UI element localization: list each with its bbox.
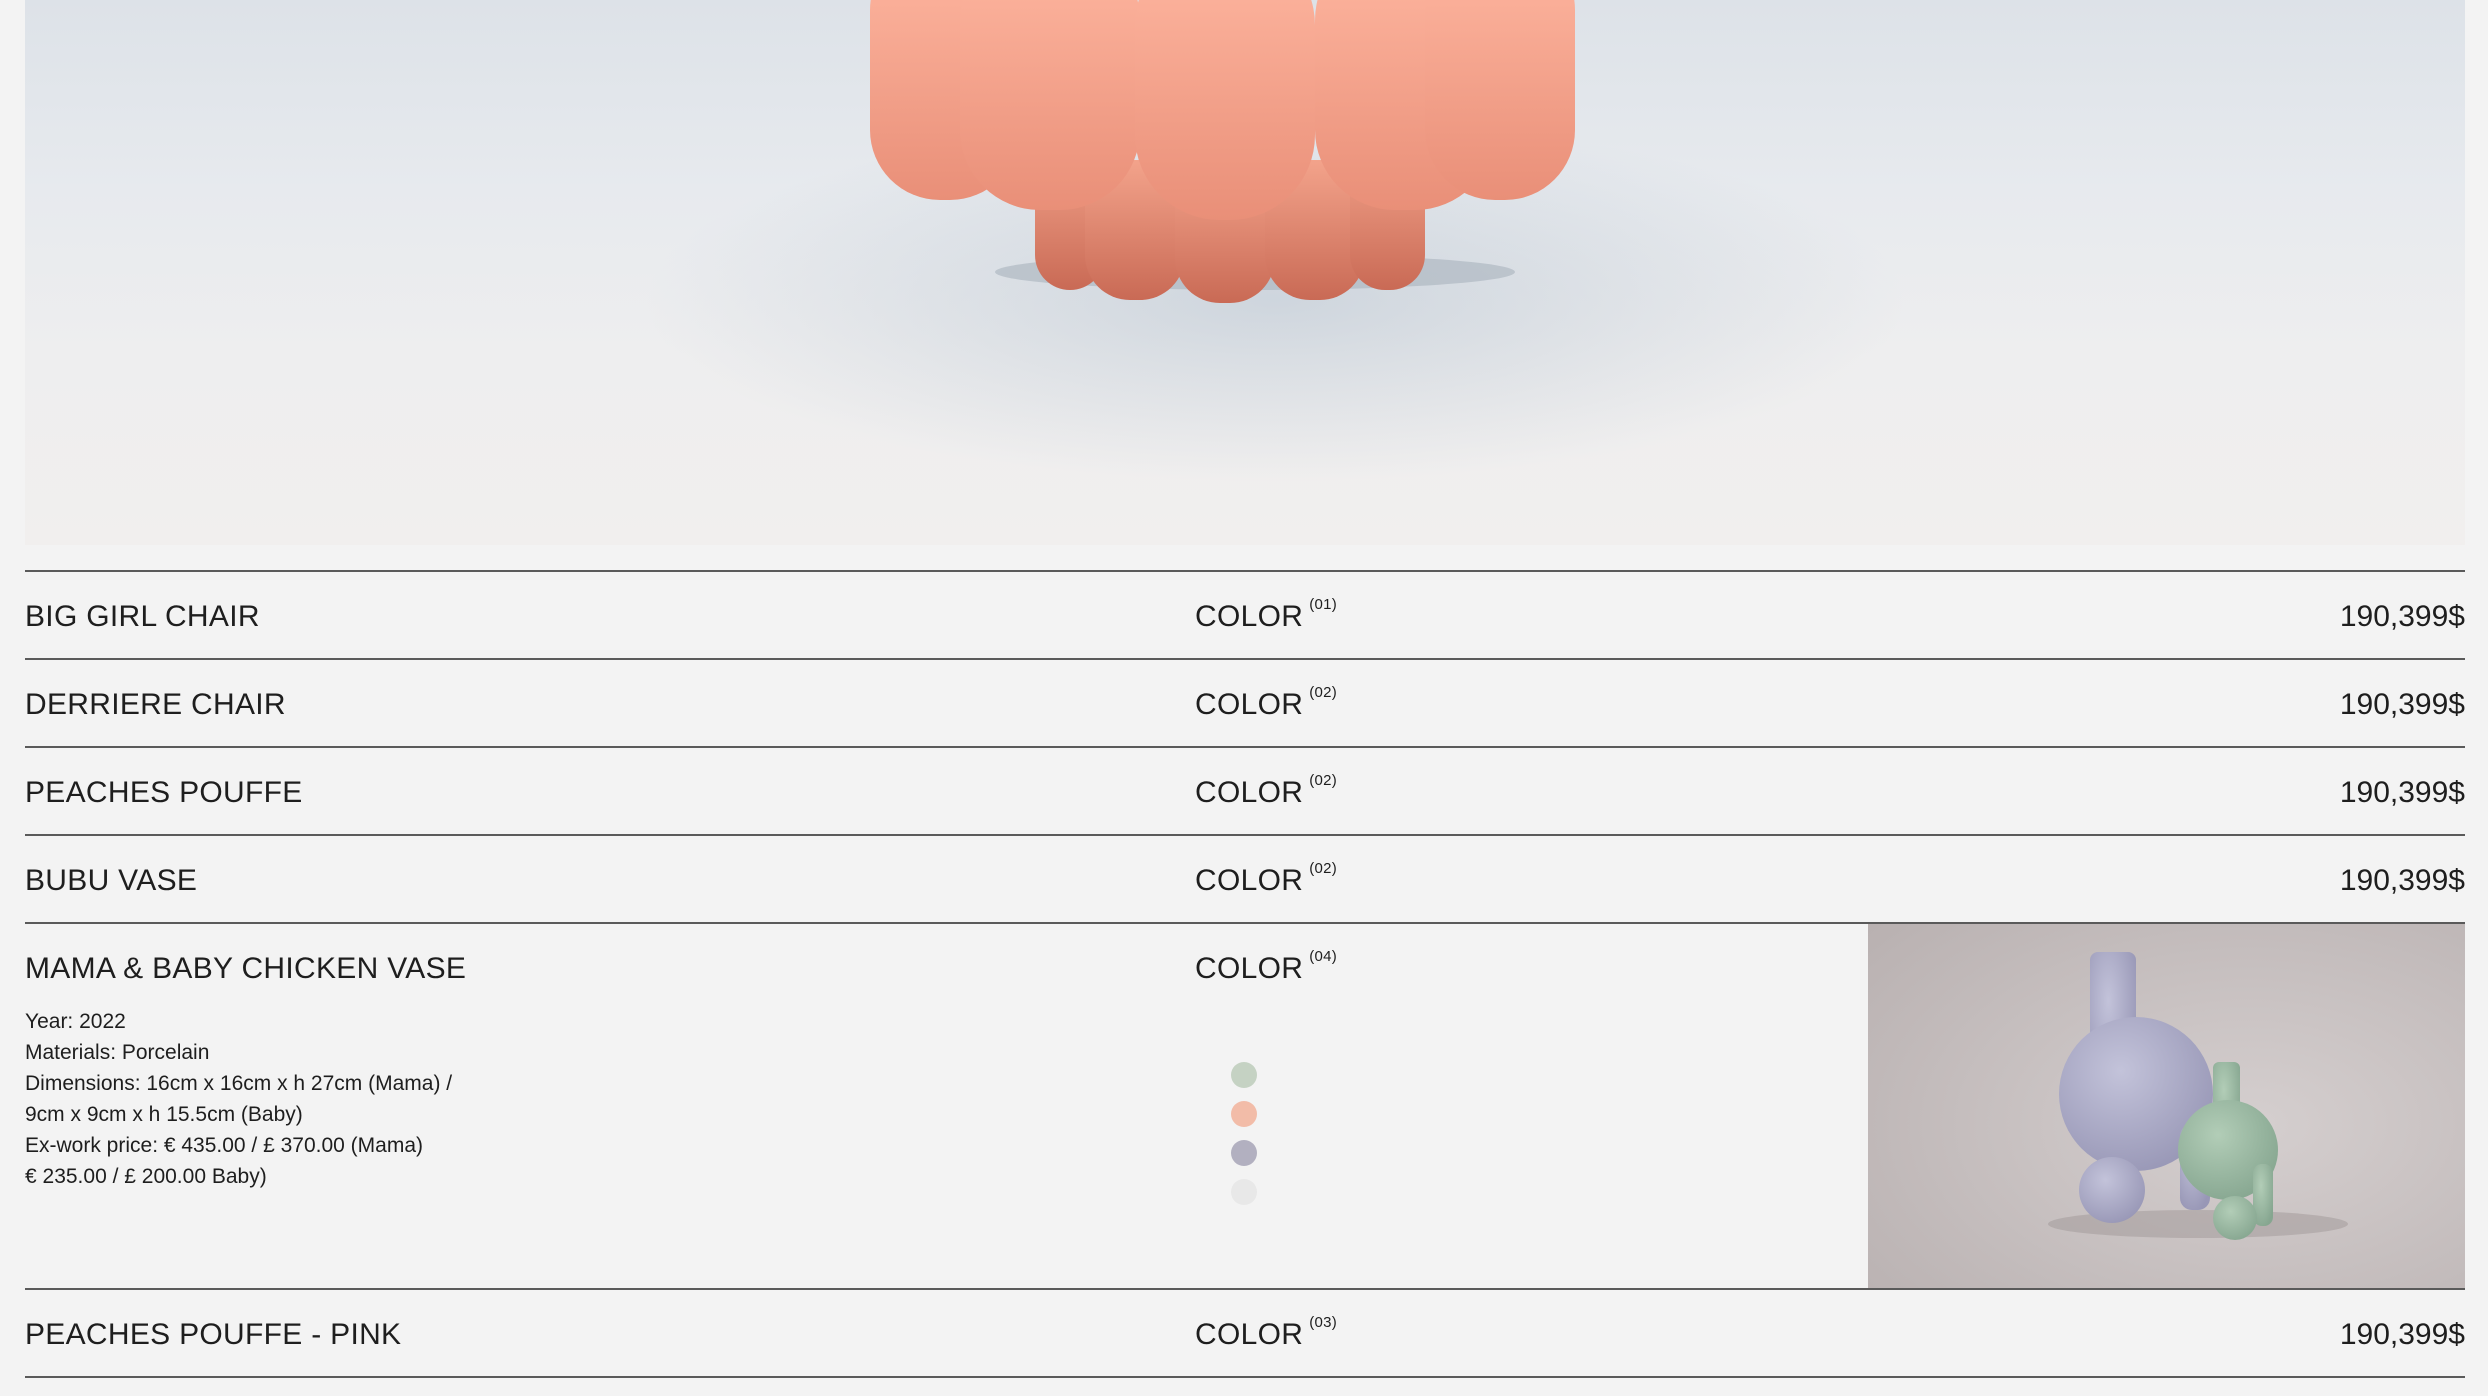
product-price: 190,399$ [2339,1318,2465,1351]
product-price: 190,399$ [2339,600,2465,633]
product-name: PEACHES POUFFE [25,776,303,809]
detail-price-baby: € 235.00 / £ 200.00 Baby) [25,1165,267,1188]
color-swatch-white[interactable] [1231,1179,1257,1205]
product-name: BUBU VASE [25,864,198,897]
detail-dimensions: Dimensions: 16cm x 16cm x h 27cm (Mama) … [25,1072,453,1095]
color-label[interactable]: COLOR (02) [1195,772,1337,810]
detail-materials: Materials: Porcelain [25,1041,210,1064]
color-label[interactable]: COLOR (02) [1195,684,1337,722]
color-label[interactable]: COLOR (03) [1195,1314,1337,1352]
color-label[interactable]: COLOR (02) [1195,860,1337,898]
product-row-peaches-pouffe[interactable]: PEACHES POUFFE COLOR (02) 190,399$ [25,748,2465,836]
color-label[interactable]: COLOR (04) [1195,948,1337,986]
product-name: PEACHES POUFFE - PINK [25,1318,402,1351]
product-price: 190,399$ [2339,688,2465,721]
color-count: (02) [1309,860,1338,877]
product-name: DERRIERE CHAIR [25,688,286,721]
detail-dimensions-baby: 9cm x 9cm x h 15.5cm (Baby) [25,1103,303,1126]
detail-year: Year: 2022 [25,1010,126,1033]
hero-product-image [25,0,2465,545]
product-row-derriere-chair[interactable]: DERRIERE CHAIR COLOR (02) 190,399$ [25,660,2465,748]
color-swatch-peach[interactable] [1231,1101,1257,1127]
color-count: (03) [1309,1314,1338,1331]
product-thumbnail-image [1868,924,2465,1288]
product-name: BIG GIRL CHAIR [25,600,260,633]
color-count: (02) [1309,684,1338,701]
product-row-expanded-chicken-vase[interactable]: MAMA & BABY CHICKEN VASE COLOR (04) Year:… [25,924,2465,1290]
product-price: 190,399$ [2339,864,2465,897]
color-swatches [1231,1062,1259,1218]
product-row-peaches-pouffe-pink[interactable]: PEACHES POUFFE - PINK COLOR (03) 190,399$ [25,1290,2465,1378]
color-count: (02) [1309,772,1338,789]
color-swatch-sage[interactable] [1231,1062,1257,1088]
product-name: MAMA & BABY CHICKEN VASE [25,952,467,985]
product-price: 190,399$ [2339,776,2465,809]
detail-price: Ex-work price: € 435.00 / £ 370.00 (Mama… [25,1134,424,1157]
product-row-big-girl-chair[interactable]: BIG GIRL CHAIR COLOR (01) 190,399$ [25,572,2465,660]
color-swatch-lavender[interactable] [1231,1140,1257,1166]
product-list: BIG GIRL CHAIR COLOR (01) 190,399$ DERRIE… [25,570,2465,1378]
color-count: (01) [1309,596,1338,613]
color-count: (04) [1309,948,1338,965]
color-label[interactable]: COLOR (01) [1195,596,1337,634]
product-details: Year: 2022 Materials: Porcelain Dimensio… [25,1006,495,1192]
product-row-bubu-vase[interactable]: BUBU VASE COLOR (02) 190,399$ [25,836,2465,924]
